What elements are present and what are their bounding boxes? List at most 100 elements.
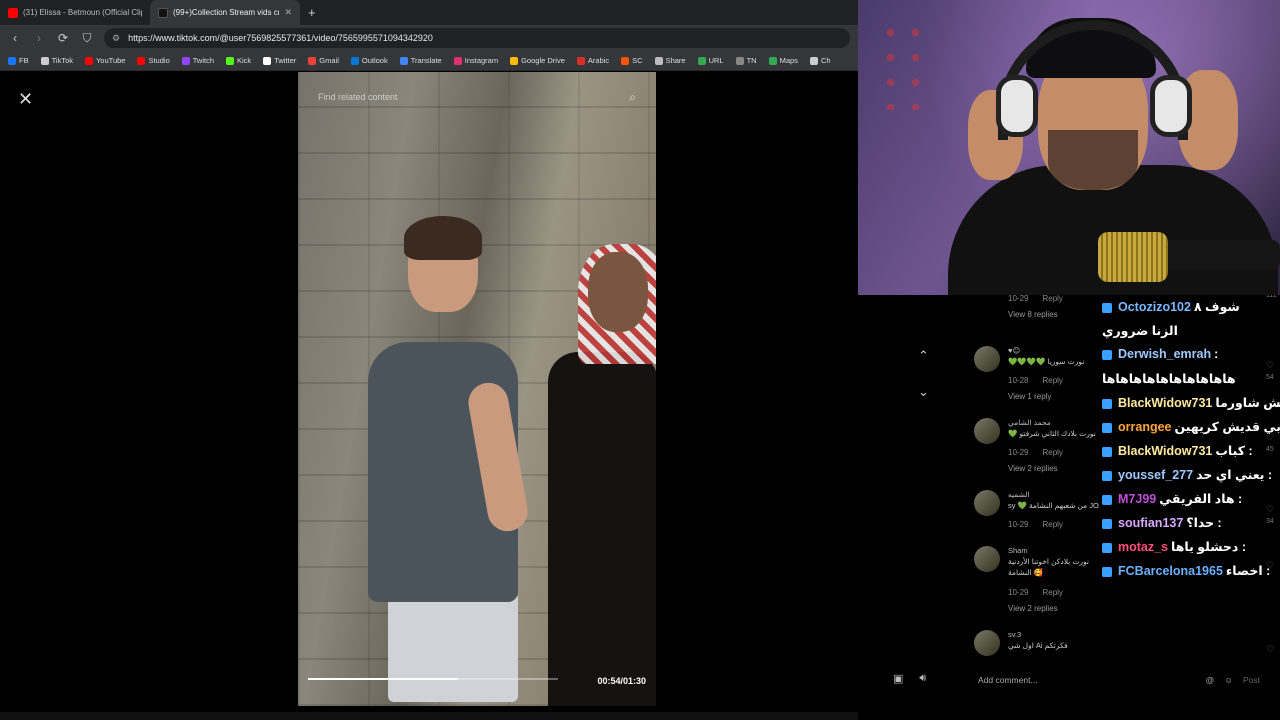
bookmark-tn[interactable]: TN: [735, 56, 757, 65]
avatar[interactable]: [974, 630, 1000, 656]
bookmark-icon: [510, 56, 519, 65]
emoji-icon[interactable]: ☺: [1224, 675, 1233, 685]
tab-tiktok[interactable]: (99+)Collection Stream vids cre ✕: [150, 0, 300, 25]
chat-text: مش شاورما :: [1215, 396, 1280, 410]
robe: [548, 352, 656, 706]
stream-chat: Octozizo102 شوف ٨ الزنا ضروري Derwish_emrah…: [1096, 297, 1280, 607]
bookmark-gmail[interactable]: Gmail: [308, 56, 339, 65]
chat-text: كباب :: [1215, 444, 1253, 458]
chevron-up-icon[interactable]: ⌃: [918, 348, 929, 364]
pip-icon[interactable]: ▣: [893, 672, 903, 685]
bookmark-icon: [399, 56, 408, 65]
avatar[interactable]: [974, 546, 1000, 572]
bookmark-icon[interactable]: ⛉: [80, 31, 94, 46]
chat-text: شوف ٨: [1193, 300, 1240, 314]
chat-text: هاد الفريقي :: [1159, 492, 1243, 506]
bookmark-maps[interactable]: Maps: [768, 56, 798, 65]
bookmark-icon: [768, 56, 777, 65]
bookmark-translate[interactable]: Translate: [399, 56, 442, 65]
tab-title: (99+)Collection Stream vids cre: [173, 8, 280, 17]
bookmark-kick[interactable]: Kick: [226, 56, 251, 65]
chat-message: الزنا ضروري: [1102, 323, 1178, 338]
view-replies-button[interactable]: View 2 replies: [1008, 464, 1058, 473]
bookmark-tiktok[interactable]: TikTok: [40, 56, 73, 65]
reload-icon[interactable]: ⟳: [56, 31, 70, 45]
avatar[interactable]: [974, 346, 1000, 372]
bookmark-ch[interactable]: Ch: [809, 56, 831, 65]
bookmark-icon: [654, 56, 663, 65]
close-tab-icon[interactable]: ✕: [284, 7, 292, 18]
mention-icon[interactable]: @: [1206, 675, 1215, 685]
forward-icon[interactable]: ›: [32, 31, 46, 45]
bookmark-sc[interactable]: SC: [621, 56, 643, 65]
view-replies-button[interactable]: View 1 reply: [1008, 392, 1051, 401]
close-icon[interactable]: ✕: [18, 89, 33, 110]
reply-button[interactable]: Reply: [1042, 376, 1062, 385]
bookmark-label: Studio: [148, 56, 170, 65]
avatar[interactable]: [974, 418, 1000, 444]
headphones-left-cup: [996, 75, 1038, 137]
address-bar: ‹ › ⟳ ⛉ ⚙ https://www.tiktok.com/@user75…: [0, 25, 858, 51]
back-icon[interactable]: ‹: [8, 31, 22, 45]
bookmark-instagram[interactable]: Instagram: [453, 56, 499, 65]
chat-username: FCBarcelona1965: [1118, 564, 1223, 578]
man-in-ghutra: [538, 244, 656, 706]
bookmark-twitter[interactable]: Twitter: [263, 56, 296, 65]
bookmark-google-drive[interactable]: Google Drive: [510, 56, 565, 65]
search-icon[interactable]: ⌕: [629, 90, 636, 105]
bookmark-label: TikTok: [51, 56, 73, 65]
comment-username[interactable]: ♥😊: [1008, 346, 1020, 355]
chat-username: BlackWidow731: [1118, 444, 1213, 458]
reply-button[interactable]: Reply: [1042, 448, 1062, 457]
bookmark-youtube[interactable]: YouTube: [84, 56, 125, 65]
comment-username[interactable]: الشميه: [1008, 490, 1030, 499]
video-progress-bar[interactable]: [308, 678, 558, 680]
comment-text: اول شي Ai فكرتكم: [1008, 641, 1068, 650]
youtube-icon: [8, 7, 18, 18]
chat-badge-icon: [1102, 470, 1112, 481]
tiktok-video-page: ✕ Find related content ⌕ 00:54/01:30: [0, 71, 858, 720]
bookmark-icon: [181, 56, 190, 65]
post-button[interactable]: Post: [1243, 675, 1260, 685]
screen: (31) Elissa - Betmoun (Official Clip) / …: [0, 0, 1280, 720]
reply-button[interactable]: Reply: [1042, 588, 1062, 597]
video-player[interactable]: Find related content ⌕ 00:54/01:30: [298, 72, 656, 706]
bookmark-arabic[interactable]: Arabic: [576, 56, 609, 65]
microphone-arm: [1163, 240, 1280, 270]
comment-meta: 10-28 Reply: [1008, 376, 1063, 385]
bookmark-label: SC: [632, 56, 643, 65]
comment-username[interactable]: محمد الشامي: [1008, 418, 1051, 427]
comment-input[interactable]: Add comment...: [978, 675, 1038, 685]
comment-text: نورت بلادكن اخوتنا الأردنية: [1008, 557, 1090, 566]
url-field[interactable]: ⚙ https://www.tiktok.com/@user7569825577…: [104, 28, 850, 48]
heart-icon[interactable]: ♡: [1266, 644, 1274, 655]
tab-title: (31) Elissa - Betmoun (Official Clip) /: [23, 8, 142, 17]
add-comment-bar: Add comment... @ ☺ Post: [958, 668, 1280, 692]
bookmark-twitch[interactable]: Twitch: [181, 56, 214, 65]
comment-username[interactable]: Sham: [1008, 546, 1028, 555]
bookmark-studio[interactable]: Studio: [137, 56, 170, 65]
bookmark-outlook[interactable]: Outlook: [350, 56, 388, 65]
chevron-down-icon[interactable]: ⌄: [918, 384, 929, 400]
comment-username[interactable]: sv.3: [1008, 630, 1021, 639]
bookmark-url[interactable]: URL: [697, 56, 724, 65]
view-replies-button[interactable]: View 2 replies: [1008, 604, 1058, 613]
tab-youtube[interactable]: (31) Elissa - Betmoun (Official Clip) /: [0, 0, 150, 25]
view-replies-button[interactable]: View 8 replies: [1008, 310, 1058, 319]
bookmark-icon: [8, 56, 16, 65]
page-scrollbar[interactable]: [0, 712, 858, 720]
chat-text: هاهاهاهاهاهاهاهاهاها: [1102, 372, 1236, 386]
search-related-input[interactable]: Find related content: [318, 92, 398, 102]
site-info-icon[interactable]: ⚙: [112, 33, 120, 44]
reply-button[interactable]: Reply: [1042, 294, 1062, 303]
avatar[interactable]: [974, 490, 1000, 516]
reply-button[interactable]: Reply: [1042, 520, 1062, 529]
new-tab-button[interactable]: +: [300, 0, 324, 25]
bookmark-fb[interactable]: FB: [8, 56, 29, 65]
bookmark-share[interactable]: Share: [654, 56, 686, 65]
young-man: [368, 216, 538, 702]
bookmark-label: Instagram: [464, 56, 499, 65]
volume-icon[interactable]: 🔊︎: [919, 672, 926, 685]
comment-date: 10-29: [1008, 520, 1029, 529]
bookmark-icon: [735, 56, 744, 65]
